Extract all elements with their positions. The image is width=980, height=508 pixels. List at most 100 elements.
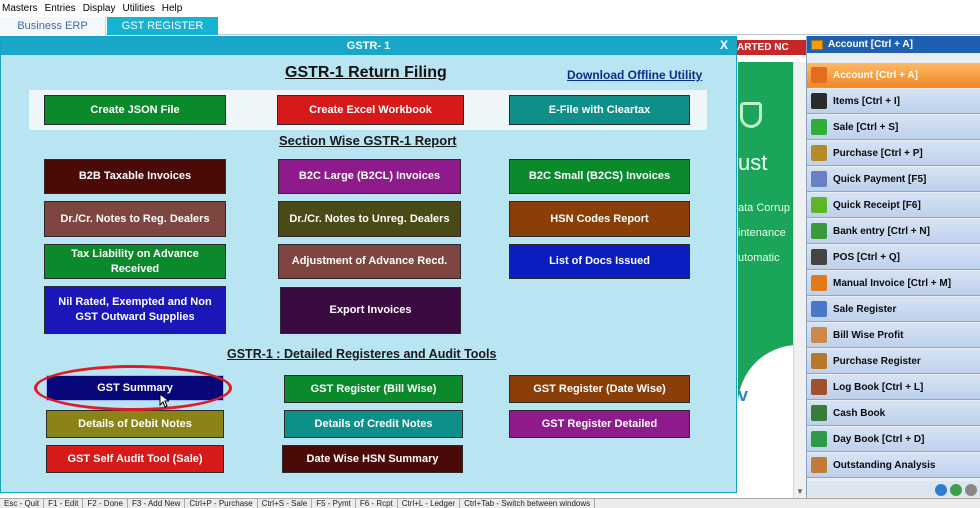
sale-register-icon (811, 301, 827, 317)
items-icon (811, 93, 827, 109)
mouse-cursor-icon (159, 393, 169, 408)
shortcut-label: Items [Ctrl + I] (833, 95, 900, 107)
shortcut-label: Quick Receipt [F6] (833, 199, 921, 211)
list-of-docs-button[interactable]: List of Docs Issued (509, 244, 690, 279)
menu-help[interactable]: Help (162, 3, 183, 14)
gst-self-audit-button[interactable]: GST Self Audit Tool (Sale) (46, 445, 224, 473)
shortcut-label: Manual Invoice [Ctrl + M] (833, 277, 952, 289)
shortcut-account[interactable]: Account [Ctrl + A] (807, 63, 980, 88)
shortcut-quick-payment[interactable]: Quick Payment [F5] (807, 167, 980, 192)
shortcut-label: Day Book [Ctrl + D] (833, 433, 925, 445)
gst-register-detailed-button[interactable]: GST Register Detailed (509, 410, 690, 438)
shortcut-panel: Account [Ctrl + A] Account [Ctrl + A] It… (806, 36, 980, 498)
quick-payment-icon (811, 171, 827, 187)
tab-gst-register[interactable]: GST REGISTER (107, 17, 218, 35)
section-heading: Section Wise GSTR-1 Report (279, 133, 457, 148)
vertical-scrollbar[interactable]: ▼ (793, 62, 806, 498)
cash-book-icon (811, 405, 827, 421)
refresh-icon[interactable] (950, 483, 962, 496)
shortcut-purchase-register[interactable]: Purchase Register (807, 349, 980, 374)
shortcut-label: Sale [Ctrl + S] (833, 121, 899, 133)
shortcut-label: Account [Ctrl + A] (833, 69, 918, 81)
export-invoices-button[interactable]: Export Invoices (280, 287, 461, 334)
b2cs-invoices-button[interactable]: B2C Small (B2CS) Invoices (509, 159, 690, 194)
promo-text-v: v (738, 385, 749, 405)
tab-business-erp[interactable]: Business ERP (0, 17, 106, 35)
download-offline-utility-link[interactable]: Download Offline Utility (567, 68, 702, 82)
status-item: Ctrl+Tab - Switch between windows (460, 499, 596, 508)
purchase-register-icon (811, 353, 827, 369)
highlight-oval (34, 365, 232, 411)
drcr-reg-dealers-button[interactable]: Dr./Cr. Notes to Reg. Dealers (44, 201, 226, 237)
shortcut-panel-title: Account [Ctrl + A] (828, 39, 913, 50)
globe-icon[interactable] (935, 483, 947, 496)
promo-text-3: utomatic (738, 252, 780, 264)
shortcut-purchase[interactable]: Purchase [Ctrl + P] (807, 141, 980, 166)
log-book-icon (811, 379, 827, 395)
bill-wise-profit-icon (811, 327, 827, 343)
status-item: F3 - Add New (128, 499, 186, 508)
status-item: Ctrl+P - Purchase (185, 499, 258, 508)
shortcut-items[interactable]: Items [Ctrl + I] (807, 89, 980, 114)
promo-text-ust: ust (738, 150, 768, 175)
shortcut-log-book[interactable]: Log Book [Ctrl + L] (807, 375, 980, 400)
b2cl-invoices-button[interactable]: B2C Large (B2CL) Invoices (278, 159, 461, 194)
background-banner: ARTED NC (733, 40, 806, 55)
menu-utilities[interactable]: Utilities (122, 3, 154, 14)
shortcut-cash-book[interactable]: Cash Book (807, 401, 980, 426)
shortcut-day-book[interactable]: Day Book [Ctrl + D] (807, 427, 980, 452)
status-item: Ctrl+S - Sale (258, 499, 313, 508)
date-wise-hsn-summary-button[interactable]: Date Wise HSN Summary (282, 445, 463, 473)
status-bar: Esc - Quit F1 - Edit F2 - Done F3 - Add … (0, 498, 980, 508)
settings-icon[interactable] (965, 483, 977, 496)
folder-icon (811, 39, 823, 50)
shortcut-label: Bank entry [Ctrl + N] (833, 225, 930, 237)
shortcut-bill-wise-profit[interactable]: Bill Wise Profit (807, 323, 980, 348)
hsn-codes-report-button[interactable]: HSN Codes Report (509, 201, 690, 237)
sale-icon (811, 119, 827, 135)
nil-rated-supplies-button[interactable]: Nil Rated, Exempted and Non GST Outward … (44, 286, 226, 334)
debit-notes-button[interactable]: Details of Debit Notes (46, 410, 224, 438)
adjustment-advance-button[interactable]: Adjustment of Advance Recd. (278, 244, 461, 279)
status-item: Esc - Quit (0, 499, 45, 508)
scroll-down-icon[interactable]: ▼ (796, 487, 804, 496)
efile-cleartax-button[interactable]: E-File with Cleartax (509, 95, 690, 125)
day-book-icon (811, 431, 827, 447)
menu-entries[interactable]: Entries (45, 3, 76, 14)
shortcut-panel-footer (807, 481, 980, 498)
status-item: F1 - Edit (44, 499, 84, 508)
shortcut-outstanding-analysis[interactable]: Outstanding Analysis (807, 453, 980, 478)
status-item: F2 - Done (83, 499, 128, 508)
shortcut-label: Purchase Register (833, 355, 921, 367)
b2b-invoices-button[interactable]: B2B Taxable Invoices (44, 159, 226, 194)
shortcut-pos[interactable]: POS [Ctrl + Q] (807, 245, 980, 270)
gst-register-date-wise-button[interactable]: GST Register (Date Wise) (509, 375, 690, 403)
page-title: GSTR-1 Return Filing (285, 64, 447, 81)
purchase-icon (811, 145, 827, 161)
menu-masters[interactable]: Masters (2, 3, 38, 14)
shortcut-quick-receipt[interactable]: Quick Receipt [F6] (807, 193, 980, 218)
shortcut-sale-register[interactable]: Sale Register (807, 297, 980, 322)
create-excel-button[interactable]: Create Excel Workbook (277, 95, 464, 125)
tax-liability-advance-button[interactable]: Tax Liability on Advance Received (44, 244, 226, 279)
gstr1-dialog: GSTR- 1 X GSTR-1 Return Filing Download … (0, 36, 737, 493)
gst-register-bill-wise-button[interactable]: GST Register (Bill Wise) (284, 375, 463, 403)
close-icon[interactable]: X (720, 38, 728, 52)
shortcut-label: Cash Book (833, 407, 886, 419)
menu-bar: Masters Entries Display Utilities Help (0, 0, 980, 17)
shortcut-manual-invoice[interactable]: Manual Invoice [Ctrl + M] (807, 271, 980, 296)
quick-receipt-icon (811, 197, 827, 213)
manual-invoice-icon (811, 275, 827, 291)
shield-icon (740, 102, 762, 128)
menu-display[interactable]: Display (83, 3, 116, 14)
dialog-title: GSTR- 1 (1, 37, 736, 55)
shortcut-sale[interactable]: Sale [Ctrl + S] (807, 115, 980, 140)
status-item: F5 - Pymt (312, 499, 356, 508)
credit-notes-button[interactable]: Details of Credit Notes (284, 410, 463, 438)
drcr-unreg-dealers-button[interactable]: Dr./Cr. Notes to Unreg. Dealers (278, 201, 461, 237)
promo-text-2: intenance (738, 227, 786, 239)
shortcut-label: Outstanding Analysis (833, 459, 936, 471)
shortcut-bank-entry[interactable]: Bank entry [Ctrl + N] (807, 219, 980, 244)
outstanding-analysis-icon (811, 457, 827, 473)
create-json-button[interactable]: Create JSON File (44, 95, 226, 125)
